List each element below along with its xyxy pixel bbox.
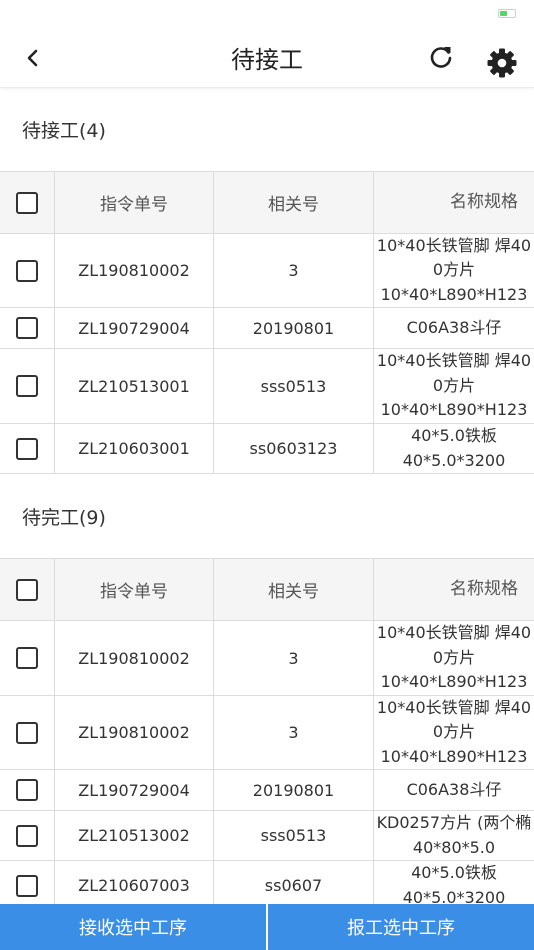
related-number: ss0607 (214, 861, 374, 904)
order-number: ZL190810002 (55, 696, 214, 769)
spec-line: KD0257方片 (两个椭 (376, 813, 532, 832)
table-row[interactable]: ZL210603001 ss0603123 40*5.0铁板 40*5.0*32… (0, 424, 534, 474)
spec-cell: C06A38斗仔 (374, 308, 534, 348)
order-number: ZL190729004 (55, 770, 214, 810)
spec-line: 40*5.0铁板 (411, 426, 497, 445)
related-number: sss0513 (214, 349, 374, 423)
spec-line: 40*5.0*3200 (402, 887, 506, 905)
row-checkbox[interactable] (16, 874, 38, 897)
row-checkbox-cell (0, 349, 55, 423)
section-title-pending-complete: 待完工(9) (22, 507, 106, 529)
battery-icon (498, 9, 516, 18)
row-checkbox-cell (0, 811, 55, 860)
table-header: 指令单号 相关号 名称规格 (0, 172, 534, 234)
spec-line: 10*40*L890*H123 (380, 400, 528, 420)
related-number: 3 (214, 696, 374, 769)
row-checkbox-cell (0, 234, 55, 307)
row-checkbox[interactable] (16, 437, 38, 460)
order-number: ZL190810002 (55, 621, 214, 695)
row-checkbox[interactable] (16, 259, 38, 282)
row-checkbox-cell (0, 770, 55, 810)
spec-line: C06A38斗仔 (406, 317, 502, 337)
row-checkbox-cell (0, 424, 55, 473)
column-header-spec: 名称规格 (450, 192, 518, 213)
spec-cell: C06A38斗仔 (374, 770, 534, 810)
spec-line: 0方片 (432, 647, 476, 667)
select-all-cell (0, 559, 55, 620)
section-title-pending-receive: 待接工(4) (22, 120, 106, 142)
row-checkbox-cell (0, 696, 55, 769)
column-header-ref: 相关号 (214, 559, 374, 620)
report-selected-button[interactable]: 报工选中工序 (266, 904, 534, 950)
related-number: 3 (214, 621, 374, 695)
spec-cell: KD0257方片 (两个椭 40*80*5.0 (374, 811, 534, 860)
row-checkbox[interactable] (16, 779, 38, 801)
column-header-ref: 相关号 (214, 172, 374, 233)
pending-receive-table: 指令单号 相关号 名称规格 ZL190810002 3 10*40长铁管脚 焊4… (0, 171, 534, 475)
spec-line: 40*5.0铁板 (411, 863, 497, 882)
related-number: 20190801 (214, 770, 374, 810)
spec-line: 10*40长铁管脚 焊40 (376, 351, 532, 371)
select-all-checkbox[interactable] (16, 191, 38, 214)
table-row[interactable]: ZL210513002 sss0513 KD0257方片 (两个椭 40*80*… (0, 811, 534, 861)
spec-line: 0方片 (432, 375, 476, 395)
spec-line: 40*80*5.0 (412, 837, 496, 857)
spec-cell: 40*5.0铁板 40*5.0*3200 (374, 424, 534, 473)
spec-line: 0方片 (432, 260, 476, 280)
spec-cell: 10*40长铁管脚 焊40 0方片 10*40*L890*H123 (374, 349, 534, 423)
row-checkbox[interactable] (16, 375, 38, 397)
receive-selected-button[interactable]: 接收选中工序 (0, 904, 266, 950)
order-number: ZL210513002 (55, 811, 214, 860)
table-header: 指令单号 相关号 名称规格 (0, 559, 534, 621)
row-checkbox[interactable] (16, 317, 38, 339)
select-all-cell (0, 172, 55, 233)
spec-line: 10*40长铁管脚 焊40 (376, 235, 532, 255)
nav-bar: 待接工 (0, 28, 534, 88)
row-checkbox[interactable] (16, 721, 38, 744)
spec-cell: 10*40长铁管脚 焊40 0方片 10*40*L890*H123 (374, 234, 534, 307)
table-row[interactable]: ZL190729004 20190801 C06A38斗仔 (0, 308, 534, 349)
order-number: ZL210513001 (55, 349, 214, 423)
spec-line: 10*40*L890*H123 (380, 672, 528, 692)
table-row[interactable]: ZL190810002 3 10*40长铁管脚 焊40 0方片 10*40*L8… (0, 621, 534, 696)
order-number: ZL190729004 (55, 308, 214, 348)
spec-line: C06A38斗仔 (406, 779, 502, 799)
related-number: sss0513 (214, 811, 374, 860)
pending-complete-table: 指令单号 相关号 名称规格 ZL190810002 3 10*40长铁管脚 焊4… (0, 558, 534, 904)
spec-line: 40*5.0*3200 (402, 450, 506, 470)
row-checkbox-cell (0, 621, 55, 695)
order-number: ZL190810002 (55, 234, 214, 307)
table-row[interactable]: ZL190810002 3 10*40长铁管脚 焊40 0方片 10*40*L8… (0, 696, 534, 770)
spec-line: 10*40*L890*H123 (380, 746, 528, 766)
table-row[interactable]: ZL210607003 ss0607 40*5.0铁板 40*5.0*3200 (0, 861, 534, 904)
table-row[interactable]: ZL190810002 3 10*40长铁管脚 焊40 0方片 10*40*L8… (0, 234, 534, 308)
spec-line: 10*40长铁管脚 焊40 (376, 623, 532, 643)
row-checkbox[interactable] (16, 824, 38, 847)
order-number: ZL210607003 (55, 861, 214, 904)
column-header-spec: 名称规格 (450, 579, 518, 600)
related-number: 3 (214, 234, 374, 307)
spec-line: 10*40*L890*H123 (380, 284, 528, 304)
table-row[interactable]: ZL210513001 sss0513 10*40长铁管脚 焊40 0方片 10… (0, 349, 534, 424)
column-header-order: 指令单号 (55, 172, 214, 233)
gear-icon[interactable] (486, 47, 518, 79)
table-row[interactable]: ZL190729004 20190801 C06A38斗仔 (0, 770, 534, 811)
related-number: ss0603123 (214, 424, 374, 473)
spec-cell: 10*40长铁管脚 焊40 0方片 10*40*L890*H123 (374, 621, 534, 695)
refresh-icon[interactable] (426, 42, 456, 72)
footer-action-bar: 接收选中工序 报工选中工序 (0, 904, 534, 950)
row-checkbox[interactable] (16, 647, 38, 669)
select-all-checkbox[interactable] (16, 578, 38, 601)
row-checkbox-cell (0, 308, 55, 348)
spec-line: 10*40长铁管脚 焊40 (376, 697, 532, 717)
spec-line: 0方片 (432, 722, 476, 742)
column-header-order: 指令单号 (55, 559, 214, 620)
related-number: 20190801 (214, 308, 374, 348)
spec-cell: 40*5.0铁板 40*5.0*3200 (374, 861, 534, 904)
status-bar (0, 0, 534, 28)
row-checkbox-cell (0, 861, 55, 904)
spec-cell: 10*40长铁管脚 焊40 0方片 10*40*L890*H123 (374, 696, 534, 769)
order-number: ZL210603001 (55, 424, 214, 473)
